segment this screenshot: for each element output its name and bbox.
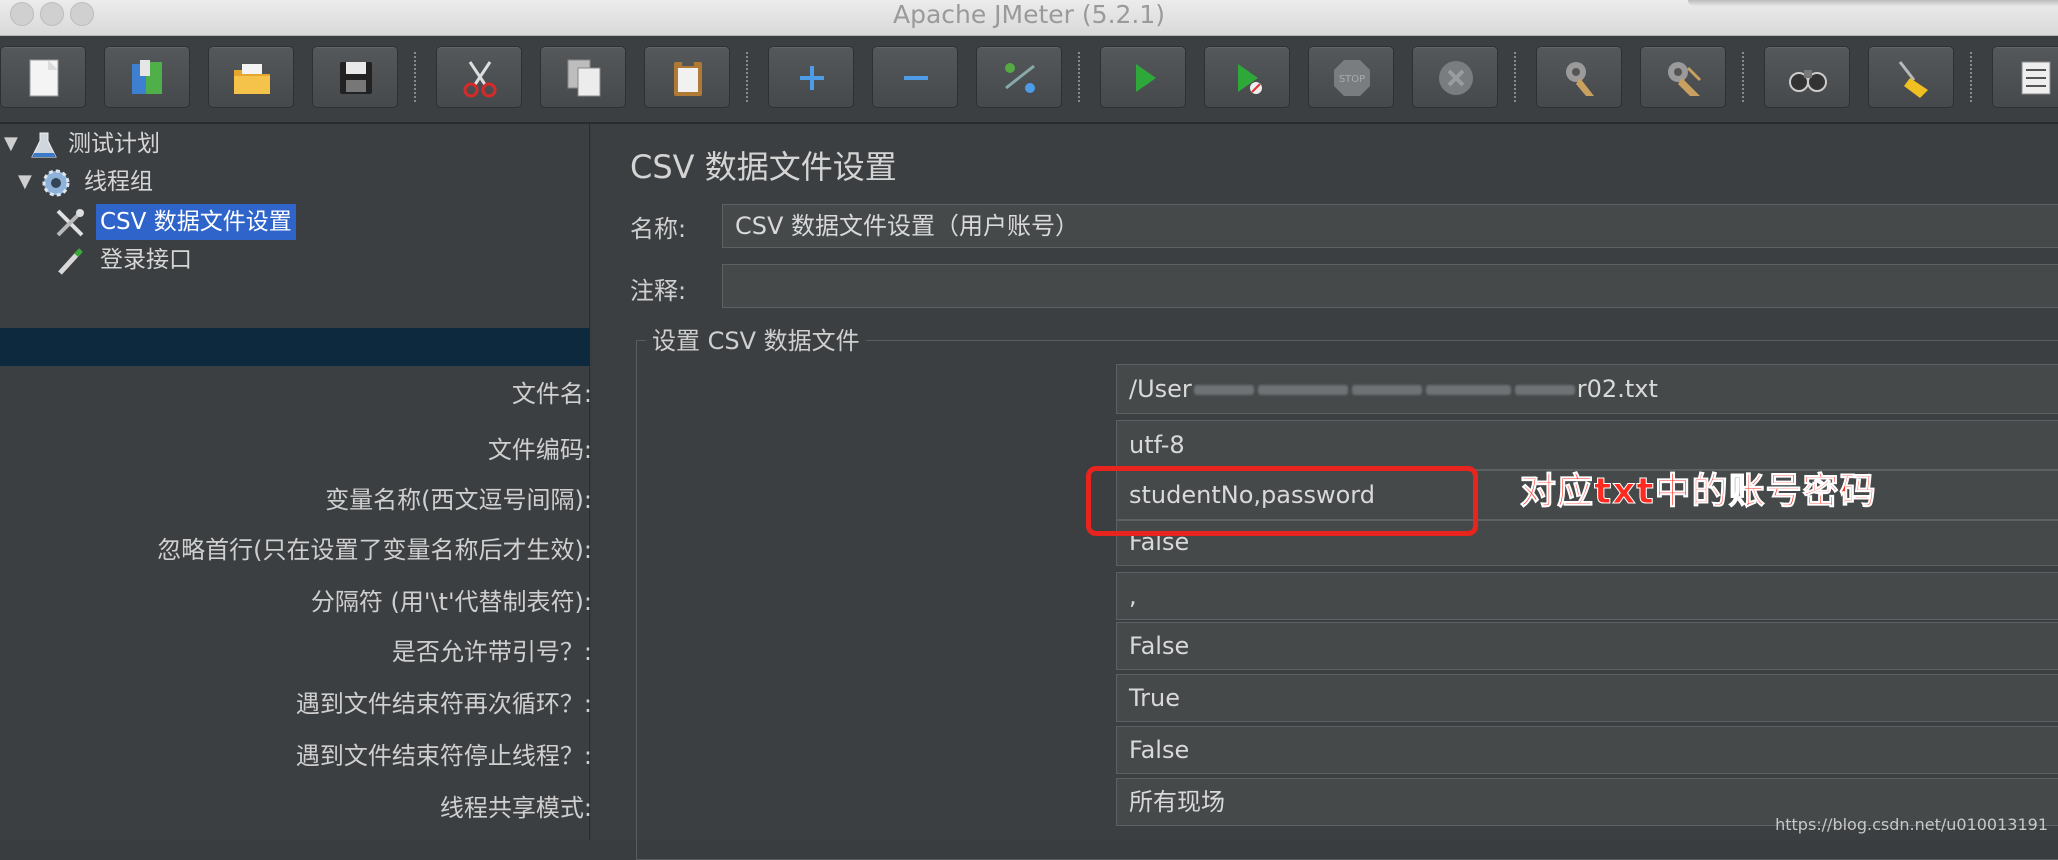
shutdown-x-icon — [1439, 61, 1473, 95]
broom-gear-icon — [1566, 62, 1594, 96]
open-folder-icon — [234, 64, 270, 94]
redacted-path — [1193, 385, 1254, 395]
tree-item-login-api[interactable]: 登录接口 — [0, 242, 590, 278]
encoding-label: 文件编码: — [487, 436, 592, 464]
recycle-eof-label: 遇到文件结束符再次循环？: — [295, 690, 592, 718]
new-button[interactable] — [0, 46, 86, 108]
toolbar-separator — [414, 52, 416, 104]
highlight-annotation-box — [1086, 466, 1478, 536]
toolbar-separator — [1078, 52, 1080, 104]
plus-icon — [800, 66, 824, 90]
overlay-shadow — [1688, 0, 2058, 6]
expand-button[interactable] — [768, 46, 854, 108]
stop-button[interactable]: STOP — [1308, 46, 1394, 108]
tree-item-test-plan[interactable]: ▼ 测试计划 — [0, 126, 590, 162]
tree-item-thread-group[interactable]: ▼ 线程组 — [0, 164, 590, 200]
variable-names-label: 变量名称(西文逗号间隔): — [325, 486, 592, 514]
clear-button[interactable] — [1536, 46, 1622, 108]
panel-title: CSV 数据文件设置 — [630, 148, 897, 186]
filename-prefix: /User — [1129, 375, 1192, 403]
save-button[interactable] — [312, 46, 398, 108]
delimiter-label: 分隔符 (用'\t'代替制表符): — [310, 588, 592, 616]
broom-gear-all-icon — [1668, 62, 1702, 96]
stop-sign-icon: STOP — [1334, 60, 1370, 96]
binoculars-icon — [1789, 70, 1827, 92]
flask-icon — [31, 132, 57, 158]
function-helper-button[interactable] — [1992, 46, 2058, 108]
allow-quoted-field[interactable]: False — [1116, 622, 2058, 670]
expand-arrow-icon[interactable]: ▼ — [18, 164, 32, 200]
toolbar-separator — [1742, 52, 1744, 104]
templates-icon — [132, 60, 162, 94]
clear-all-button[interactable] — [1640, 46, 1726, 108]
group-title: 设置 CSV 数据文件 — [646, 321, 866, 356]
svg-text:STOP: STOP — [1339, 74, 1365, 85]
new-document-icon — [29, 59, 59, 97]
sharing-mode-label: 线程共享模式: — [439, 794, 592, 822]
start-button[interactable] — [1100, 46, 1186, 108]
open-button[interactable] — [208, 46, 294, 108]
list-icon — [2021, 61, 2051, 95]
minus-icon — [904, 76, 928, 80]
tree-item-csv-data-set[interactable]: CSV 数据文件设置 — [0, 204, 590, 240]
templates-button[interactable] — [104, 46, 190, 108]
start-no-pauses-button[interactable] — [1204, 46, 1290, 108]
filename-field[interactable]: /User r02.txt — [1116, 364, 2058, 414]
search-button[interactable] — [1764, 46, 1850, 108]
broom-icon — [1898, 61, 1928, 98]
name-field[interactable]: CSV 数据文件设置（用户账号） — [722, 204, 2058, 248]
toolbar-separator — [1970, 52, 1972, 104]
toggle-button[interactable] — [976, 46, 1062, 108]
name-label: 名称: — [630, 215, 687, 243]
toggle-icon — [1005, 63, 1035, 93]
window-titlebar: Apache JMeter (5.2.1) — [0, 0, 2058, 36]
scissors-icon — [463, 61, 497, 98]
stop-thread-eof-field[interactable]: False — [1116, 726, 2058, 774]
copy-button[interactable] — [540, 46, 626, 108]
ignore-first-line-label: 忽略首行(只在设置了变量名称后才生效): — [157, 536, 592, 564]
cut-button[interactable] — [436, 46, 522, 108]
delimiter-field[interactable]: , — [1116, 572, 2058, 620]
comment-label: 注释: — [630, 277, 687, 305]
tree-item-label: CSV 数据文件设置 — [96, 204, 296, 240]
play-no-timer-icon — [1238, 64, 1262, 94]
recycle-eof-field[interactable]: True — [1116, 674, 2058, 722]
redacted-path — [1514, 385, 1575, 395]
paste-button[interactable] — [644, 46, 730, 108]
annotation-note: 对应txt中的账号密码 — [1520, 471, 1877, 513]
watermark: https://blog.csdn.net/u010013191 — [1775, 815, 2048, 834]
copy-icon — [567, 59, 601, 97]
allow-quoted-label: 是否允许带引号？: — [391, 638, 592, 666]
play-icon — [1136, 64, 1156, 92]
toolbar-separator — [746, 52, 748, 104]
tree-item-label: 测试计划 — [68, 131, 160, 157]
pen-icon — [58, 248, 83, 275]
tree-selection-highlight — [0, 328, 590, 366]
stop-thread-eof-label: 遇到文件结束符停止线程？: — [295, 742, 592, 770]
redacted-path — [1351, 385, 1422, 395]
reset-search-button[interactable] — [1868, 46, 1954, 108]
toolbar-separator — [1514, 52, 1516, 104]
shutdown-button[interactable] — [1412, 46, 1498, 108]
save-disk-icon — [340, 62, 372, 94]
expand-arrow-icon[interactable]: ▼ — [4, 126, 18, 162]
filename-label: 文件名: — [511, 380, 592, 408]
collapse-button[interactable] — [872, 46, 958, 108]
redacted-path — [1257, 385, 1348, 395]
toolbar: STOP — [0, 36, 2058, 124]
tree-item-label: 线程组 — [84, 169, 153, 195]
gear-icon — [42, 169, 70, 197]
clipboard-icon — [674, 59, 702, 96]
tree-item-label: 登录接口 — [100, 247, 192, 273]
tools-icon — [56, 209, 84, 237]
comment-field[interactable] — [722, 264, 2058, 308]
redacted-path — [1425, 385, 1511, 395]
filename-suffix: r02.txt — [1576, 375, 1658, 403]
